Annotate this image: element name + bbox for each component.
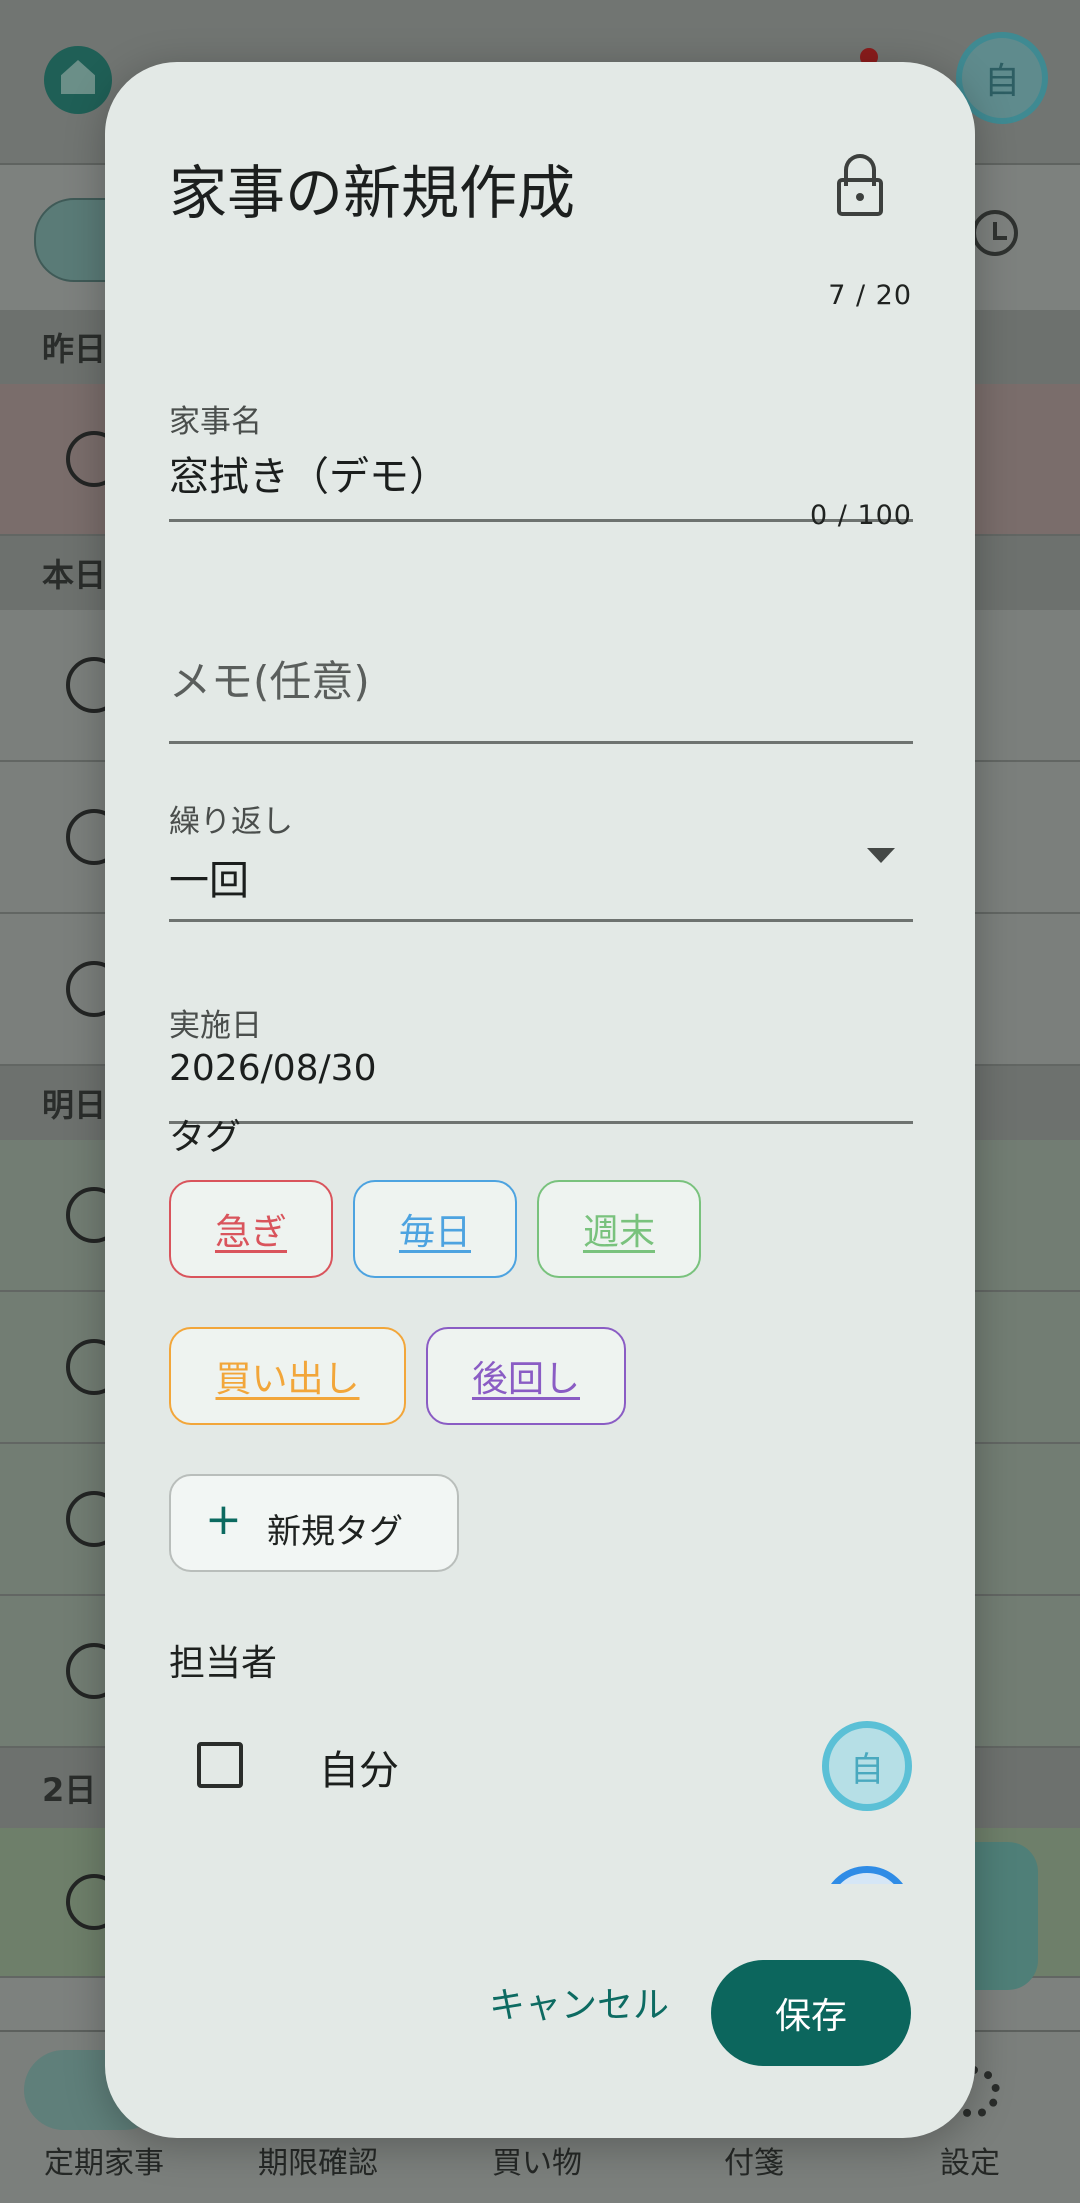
nav-deadline-check[interactable]: 期限確認 [258,2138,378,2182]
history-icon[interactable] [972,210,1018,256]
tags-label: タグ [169,1117,242,1158]
assignee-checkbox[interactable] [197,1742,243,1788]
repeat-dropdown[interactable]: 繰り返し 一回 [169,792,913,922]
tag-chip[interactable]: 急ぎ [169,1180,333,1278]
repeat-label: 繰り返し [169,804,293,840]
date-value[interactable]: 2026/08/30 [169,1048,377,1089]
nav-routine-chores[interactable]: 定期家事 [44,2138,164,2182]
plus-icon: + [205,1494,242,1545]
create-chore-dialog: 家事の新規作成 7 / 20 家事名 窓拭き（デモ） 0 / 100 メモ(任意… [105,62,975,2138]
nav-shopping[interactable]: 買い物 [492,2138,582,2182]
tag-chip[interactable]: 毎日 [353,1180,517,1278]
avatar-initial: 自 [983,61,1020,102]
date-label: 実施日 [169,1008,262,1044]
cancel-button[interactable]: キャンセル [489,1962,669,2042]
chore-name-value[interactable]: 窓拭き（デモ） [169,444,449,502]
lock-open-icon[interactable] [837,154,883,216]
assignee-label: 担当者 [169,1643,278,1684]
chore-name-label: 家事名 [169,404,262,440]
save-button[interactable]: 保存 [711,1960,911,2066]
assignee-name[interactable]: 自分 [319,1738,399,1796]
assignee-avatar: 自 [822,1721,912,1811]
chore-name-field[interactable]: 家事名 窓拭き（デモ） [169,392,913,522]
name-char-counter: 7 / 20 [828,280,912,311]
memo-char-counter: 0 / 100 [810,500,912,531]
dropdown-arrow-icon[interactable] [867,848,895,863]
date-field[interactable]: 実施日 2026/08/30 [169,996,913,1124]
memo-field[interactable]: メモ(任意) [169,612,913,744]
add-tag-button[interactable]: + 新規タグ [169,1474,459,1572]
home-check-icon [44,46,112,114]
add-tag-label: 新規タグ [267,1512,403,1552]
nav-sticky-notes[interactable]: 付箋 [724,2138,784,2182]
tag-chip[interactable]: 週末 [537,1180,701,1278]
repeat-value[interactable]: 一回 [169,848,249,906]
nav-settings[interactable]: 設定 [940,2138,1000,2182]
tag-chip[interactable]: 買い出し [169,1327,406,1425]
dialog-title: 家事の新規作成 [169,159,576,227]
tag-chip[interactable]: 後回し [426,1327,626,1425]
memo-placeholder[interactable]: メモ(任意) [169,648,370,709]
